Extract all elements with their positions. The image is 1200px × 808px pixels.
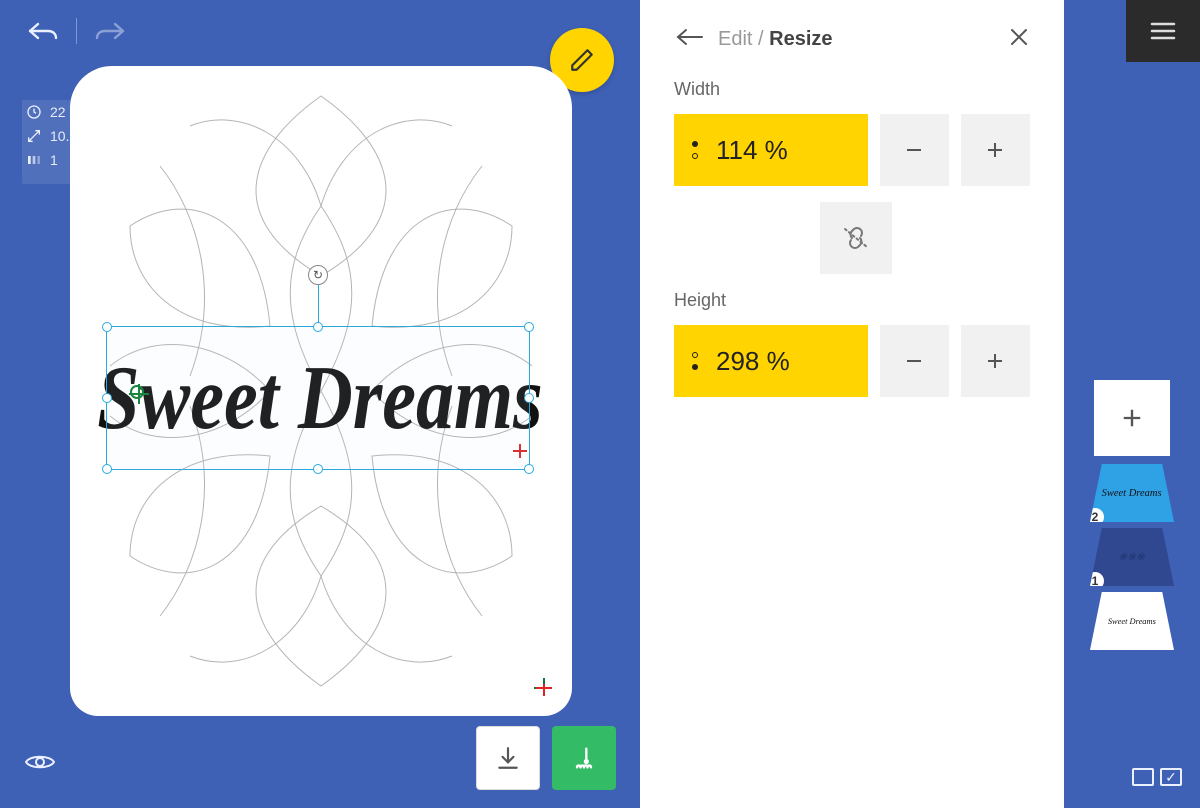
layer-thumb-1[interactable]: ※※※ 1 [1090,528,1174,586]
drag-grip-icon [692,141,698,159]
resize-handle[interactable] [102,464,112,474]
undo-button[interactable] [26,19,60,43]
layer-thumb-text: Sweet Dreams [1102,488,1162,499]
stitch-button[interactable] [552,726,616,790]
rotate-stem [318,285,319,325]
resize-handle[interactable] [313,464,323,474]
separator [76,18,77,44]
breadcrumb-current: Resize [769,28,832,50]
redo-button[interactable] [93,19,127,43]
height-value: 298 % [716,346,790,377]
layers-stack: Sweet Dreams 2 ※※※ 1 Sweet Dreams [1064,380,1200,656]
resize-panel: Edit / Resize Width 114 % Height [640,0,1064,808]
layer-thumb-text: Sweet Dreams [1108,617,1156,626]
layer-count: 1 [50,152,58,168]
layer-thumb-combined[interactable]: Sweet Dreams [1090,592,1174,650]
width-decrease-button[interactable] [880,114,949,186]
resize-handle[interactable] [102,393,112,403]
menu-button[interactable] [1126,0,1200,62]
canvas-actions [476,726,616,790]
history-controls [26,18,127,44]
resize-handle[interactable] [524,464,534,474]
add-layer-button[interactable] [1094,380,1170,456]
download-button[interactable] [476,726,540,790]
height-value-field[interactable]: 298 % [674,325,868,397]
view-mode-outline[interactable] [1132,768,1154,786]
width-label: Width [674,79,1030,100]
height-decrease-button[interactable] [880,325,949,397]
resize-handle[interactable] [313,322,323,332]
height-increase-button[interactable] [961,325,1030,397]
width-value: 114 % [716,135,788,166]
resize-handle[interactable] [524,322,534,332]
layer-thumb-pattern: ※※※ [1119,552,1145,563]
selection-box[interactable]: ↻ [106,326,530,470]
height-label: Height [674,290,1030,311]
panel-close-button[interactable] [1008,26,1030,53]
layer-badge: 1 [1086,572,1104,590]
resize-handle[interactable] [524,393,534,403]
layer-badge: 2 [1086,508,1104,526]
rotate-handle[interactable]: ↻ [308,265,328,285]
layer-thumb-2[interactable]: Sweet Dreams 2 [1090,464,1174,522]
view-mode-filled[interactable] [1160,768,1182,786]
breadcrumb: Edit / Resize [718,28,833,51]
path-end-marker [536,680,552,696]
breadcrumb-parent: Edit / [718,28,764,50]
aspect-lock-button[interactable] [820,202,892,274]
preview-button[interactable] [24,751,56,778]
width-increase-button[interactable] [961,114,1030,186]
resize-handle[interactable] [102,322,112,332]
panel-back-button[interactable] [674,27,704,52]
width-value-field[interactable]: 114 % [674,114,868,186]
drag-grip-icon [692,352,698,370]
view-mode-toggles [1132,768,1182,786]
canvas-area: 22 min 10.0 x 3.5 in 1 [0,0,640,808]
layers-sidebar: Sweet Dreams 2 ※※※ 1 Sweet Dreams [1064,0,1200,808]
